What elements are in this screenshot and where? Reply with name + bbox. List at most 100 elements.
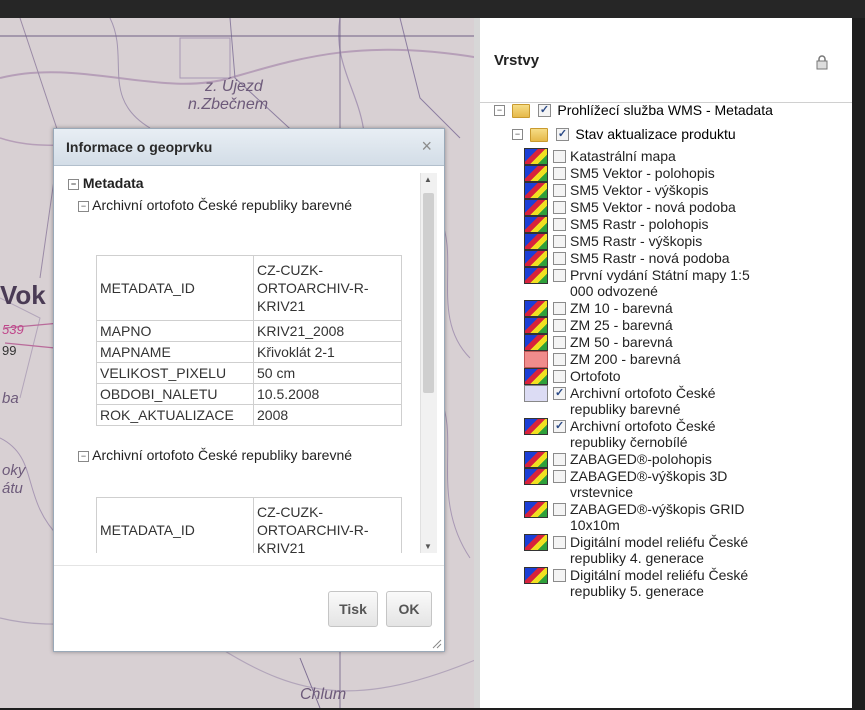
layer-item[interactable]: První vydání Státní mapy 1:5 000 odvozené <box>524 267 750 299</box>
layer-item[interactable]: Digitální model reliéfu České republiky 4… <box>524 534 748 566</box>
layer-checkbox[interactable] <box>553 470 566 483</box>
layer-item[interactable]: SM5 Rastr - nová podoba <box>524 250 730 267</box>
layer-checkbox[interactable] <box>553 569 566 582</box>
table-key: METADATA_ID <box>96 497 254 553</box>
legend-swatch-icon <box>524 165 548 182</box>
table-row: ROK_AKTUALIZACE 2008 <box>96 404 402 426</box>
collapse-icon[interactable]: − <box>78 200 89 212</box>
table-value: CZ-CUZK-ORTOARCHIV-R-KRIV21 <box>253 497 402 553</box>
layers-panel: Vrstvy − Prohlížecí služba WMS - Metadat… <box>480 18 852 708</box>
layer-item[interactable]: ZABAGED®-výškopis GRID 10x10m <box>524 501 744 533</box>
root-checkbox[interactable] <box>537 102 551 118</box>
legend-swatch-icon <box>524 567 548 584</box>
layer-label: Digitální model reliéfu České <box>570 567 749 583</box>
layer-label: SM5 Vektor - polohopis <box>570 165 715 181</box>
collapse-icon[interactable]: − <box>78 450 89 462</box>
layer-checkbox[interactable] <box>553 201 566 214</box>
legend-swatch-icon <box>524 250 548 267</box>
layer-item[interactable]: ZM 10 - barevná <box>524 300 673 317</box>
layer-item[interactable]: Ortofoto <box>524 368 621 385</box>
folder-icon <box>530 127 549 142</box>
legend-swatch-icon <box>524 334 548 351</box>
metadata-section[interactable]: − Metadata <box>68 175 144 191</box>
collapse-icon[interactable]: − <box>68 178 79 190</box>
layer-checkbox[interactable] <box>553 150 566 163</box>
layer-item[interactable]: ZABAGED®-polohopis <box>524 451 712 468</box>
layer-item[interactable]: ZM 25 - barevná <box>524 317 673 334</box>
layer-item[interactable]: SM5 Rastr - výškopis <box>524 233 702 250</box>
layer-checkbox[interactable] <box>553 385 566 401</box>
layer-label: SM5 Vektor - výškopis <box>570 182 709 198</box>
legend-swatch-icon <box>524 368 548 385</box>
layer-item[interactable]: ZABAGED®-výškopis 3D vrstevnice <box>524 468 727 500</box>
legend-swatch-icon <box>524 300 548 317</box>
layer-item[interactable]: Katastrální mapa <box>524 148 676 165</box>
collapse-icon[interactable]: − <box>494 105 505 117</box>
legend-swatch-icon <box>524 418 548 435</box>
table-key: MAPNAME <box>96 341 254 363</box>
group-checkbox[interactable] <box>555 126 569 142</box>
map-label: Vok <box>0 280 46 310</box>
dialog-title: Informace o geoprvku <box>66 139 213 155</box>
layer-label: ZM 10 - barevná <box>570 300 673 316</box>
record-title-label: Archivní ortofoto České republiky barevn… <box>92 197 353 213</box>
layer-item[interactable]: Digitální model reliéfu České republiky 5… <box>524 567 748 599</box>
layer-checkbox[interactable] <box>553 319 566 332</box>
layer-checkbox[interactable] <box>553 336 566 349</box>
legend-swatch-icon <box>524 148 548 165</box>
table-row: METADATA_ID CZ-CUZK-ORTOARCHIV-R-KRIV21 <box>96 497 402 553</box>
layer-item[interactable]: ZM 50 - barevná <box>524 334 673 351</box>
layer-item[interactable]: Archivní ortofoto Českérepubliky barevné <box>524 385 716 417</box>
table-value: 2008 <box>253 404 402 426</box>
layers-panel-title: Vrstvy <box>494 52 540 69</box>
map-label: 539 <box>2 322 24 337</box>
lock-icon[interactable] <box>814 54 830 70</box>
scrollbar-thumb[interactable] <box>423 193 434 393</box>
layer-label: ZM 25 - barevná <box>570 317 673 333</box>
scroll-up-icon[interactable]: ▲ <box>424 175 432 184</box>
layer-checkbox[interactable] <box>553 302 566 315</box>
table-value: CZ-CUZK-ORTOARCHIV-R-KRIV21 <box>253 255 402 321</box>
top-bar <box>0 0 865 18</box>
table-value: Křivoklát 2-1 <box>253 341 402 363</box>
layer-checkbox[interactable] <box>553 184 566 197</box>
legend-swatch-icon <box>524 534 548 551</box>
legend-swatch-icon <box>524 182 548 199</box>
dialog-scrollbar[interactable]: ▲ ▼ <box>420 173 437 553</box>
layer-checkbox[interactable] <box>553 370 566 383</box>
resize-grip-icon[interactable] <box>430 637 442 649</box>
layer-checkbox[interactable] <box>553 269 566 282</box>
layer-item[interactable]: SM5 Vektor - nová podoba <box>524 199 736 216</box>
layers-panel-header: Vrstvy <box>480 18 852 103</box>
metadata-table: METADATA_ID CZ-CUZK-ORTOARCHIV-R-KRIV21 <box>96 497 402 553</box>
layer-checkbox[interactable] <box>553 218 566 231</box>
record-title[interactable]: − Archivní ortofoto České republiky bare… <box>78 195 378 215</box>
legend-swatch-icon <box>524 267 548 284</box>
close-icon[interactable]: × <box>421 136 432 157</box>
ok-button[interactable]: OK <box>386 591 432 627</box>
tree-root[interactable]: − Prohlížecí služba WMS - Metadata <box>494 102 773 119</box>
layer-item[interactable]: SM5 Rastr - polohopis <box>524 216 709 233</box>
scroll-down-icon[interactable]: ▼ <box>424 542 432 551</box>
layer-checkbox[interactable] <box>553 353 566 366</box>
map-label: Chlum <box>300 686 347 703</box>
dialog-header[interactable]: Informace o geoprvku × <box>54 129 444 166</box>
tree-group[interactable]: − Stav aktualizace produktu <box>512 126 736 143</box>
layer-item[interactable]: Archivní ortofoto Českérepubliky černobí… <box>524 418 716 450</box>
layer-item[interactable]: ZM 200 - barevná <box>524 351 681 368</box>
layer-item[interactable]: SM5 Vektor - výškopis <box>524 182 709 199</box>
layer-item[interactable]: SM5 Vektor - polohopis <box>524 165 715 182</box>
layer-checkbox[interactable] <box>553 418 566 434</box>
legend-swatch-icon <box>524 468 548 485</box>
record-title[interactable]: − Archivní ortofoto České republiky bare… <box>78 445 378 465</box>
layer-checkbox[interactable] <box>553 536 566 549</box>
layer-checkbox[interactable] <box>553 167 566 180</box>
layer-checkbox[interactable] <box>553 453 566 466</box>
layer-label: 000 odvozené <box>570 283 658 299</box>
layer-checkbox[interactable] <box>553 252 566 265</box>
layer-label: republiky černobílé <box>570 434 688 450</box>
layer-checkbox[interactable] <box>553 503 566 516</box>
print-button[interactable]: Tisk <box>328 591 378 627</box>
layer-checkbox[interactable] <box>553 235 566 248</box>
collapse-icon[interactable]: − <box>512 129 523 141</box>
